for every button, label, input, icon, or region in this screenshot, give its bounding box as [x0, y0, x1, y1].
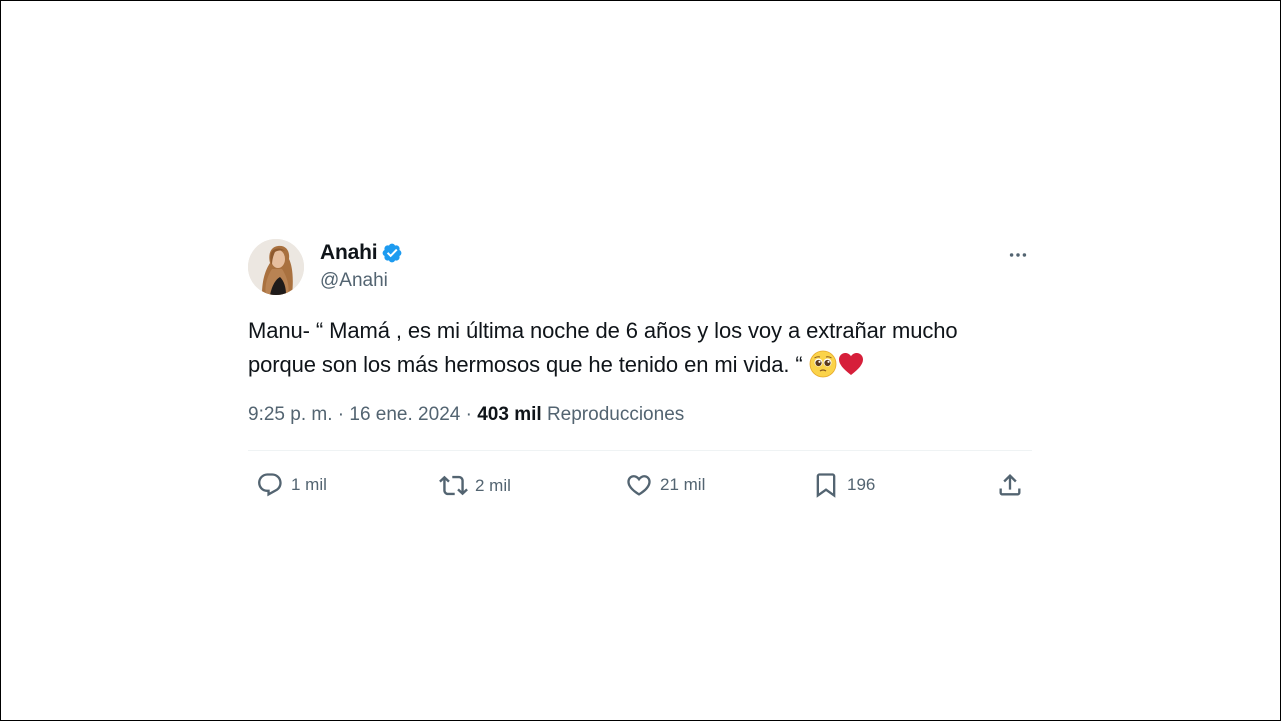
tweet-text-line-2-text: porque son los más hermosos que he tenid… [248, 352, 803, 377]
like-count: 21 mil [660, 475, 706, 494]
author-names: Anahi @Anahi [320, 240, 403, 292]
more-dots-icon [1009, 253, 1027, 257]
verified-badge-icon[interactable] [381, 242, 403, 264]
tweet-header: Anahi @Anahi [248, 239, 1032, 297]
name-row: Anahi [320, 240, 403, 266]
repost-button[interactable]: 2 mil [439, 471, 511, 500]
pleading-face-emoji-icon [809, 350, 837, 378]
tweet-date[interactable]: 16 ene. 2024 [349, 404, 460, 425]
action-bar: 1 mil 2 mil 21 mil 196 [248, 451, 1032, 519]
views-label[interactable]: Reproducciones [547, 404, 684, 425]
views-count[interactable]: 403 mil [477, 404, 541, 425]
tweet-text-line-1: Manu- “ Mamá , es mi última noche de 6 a… [248, 318, 958, 343]
tweet-meta: 9:25 p. m. · 16 ene. 2024 · 403 mil Repr… [248, 402, 1032, 428]
share-icon [999, 474, 1021, 496]
more-options-button[interactable] [1006, 243, 1030, 267]
repost-count: 2 mil [475, 475, 511, 495]
tweet-time[interactable]: 9:25 p. m. [248, 404, 333, 425]
bookmark-icon [816, 473, 836, 498]
heart-icon [627, 475, 651, 496]
avatar[interactable] [248, 239, 304, 295]
reply-count: 1 mil [291, 475, 327, 494]
tweet-text: Manu- “ Mamá , es mi última noche de 6 a… [248, 314, 1032, 382]
bookmark-button[interactable]: 196 [812, 471, 875, 499]
like-button[interactable]: 21 mil [625, 471, 705, 499]
meta-separator: · [465, 404, 472, 425]
author-display-name[interactable]: Anahi [320, 241, 378, 265]
author-handle[interactable]: @Anahi [320, 270, 403, 292]
avatar-image [248, 239, 304, 295]
screenshot-frame: Anahi @Anahi Manu- “ Mamá , es mi última… [0, 0, 1281, 721]
bookmark-count: 196 [847, 475, 876, 494]
share-button[interactable] [996, 471, 1024, 499]
red-heart-emoji-icon [837, 350, 865, 378]
tweet-card: Anahi @Anahi Manu- “ Mamá , es mi última… [248, 239, 1032, 519]
reply-button[interactable]: 1 mil [256, 471, 327, 499]
repost-icon [439, 475, 468, 496]
meta-separator: · [337, 404, 345, 425]
reply-icon [258, 473, 282, 497]
tweet-text-line-2: porque son los más hermosos que he tenid… [248, 348, 1032, 382]
